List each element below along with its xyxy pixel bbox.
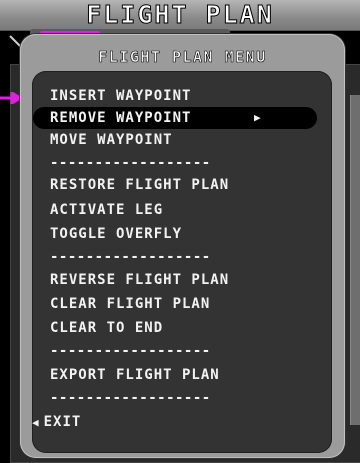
scrollbar[interactable]	[350, 95, 360, 425]
menu-item-clear-to-end[interactable]: CLEAR TO END	[50, 317, 163, 339]
menu-item-restore-flight-plan[interactable]: RESTORE FLIGHT PLAN	[50, 174, 229, 196]
menu-item-activate-leg[interactable]: ACTIVATE LEG	[50, 199, 163, 221]
title-bar: FLIGHT PLAN	[0, 0, 360, 31]
menu-separator: ------------------	[50, 155, 211, 171]
page-title: FLIGHT PLAN	[86, 0, 274, 29]
menu-item-exit[interactable]: ◀ EXIT	[32, 411, 81, 433]
menu-item-move-waypoint[interactable]: MOVE WAYPOINT	[50, 129, 173, 151]
flight-plan-menu: FLIGHT PLAN MENU INSERT WAYPOINT REMOVE …	[20, 34, 345, 458]
menu-item-label: REMOVE WAYPOINT	[50, 110, 192, 126]
menu-separator: ------------------	[50, 343, 211, 359]
menu-item-clear-flight-plan[interactable]: CLEAR FLIGHT PLAN	[50, 293, 210, 315]
menu-item-label: EXIT	[43, 414, 82, 430]
menu-item-export-flight-plan[interactable]: EXPORT FLIGHT PLAN	[50, 364, 220, 386]
menu-item-reverse-flight-plan[interactable]: REVERSE FLIGHT PLAN	[50, 269, 229, 291]
menu-separator: ------------------	[50, 249, 211, 265]
menu-item-remove-waypoint[interactable]: REMOVE WAYPOINT ▶	[33, 107, 317, 129]
left-triangle-icon: ◀	[32, 416, 40, 429]
play-triangle-icon: ▶	[254, 111, 262, 124]
menu-separator: ------------------	[50, 390, 211, 406]
menu-item-insert-waypoint[interactable]: INSERT WAYPOINT	[50, 85, 191, 107]
menu-item-toggle-overfly[interactable]: TOGGLE OVERFLY	[50, 223, 182, 245]
menu-title: FLIGHT PLAN MENU	[98, 48, 267, 67]
